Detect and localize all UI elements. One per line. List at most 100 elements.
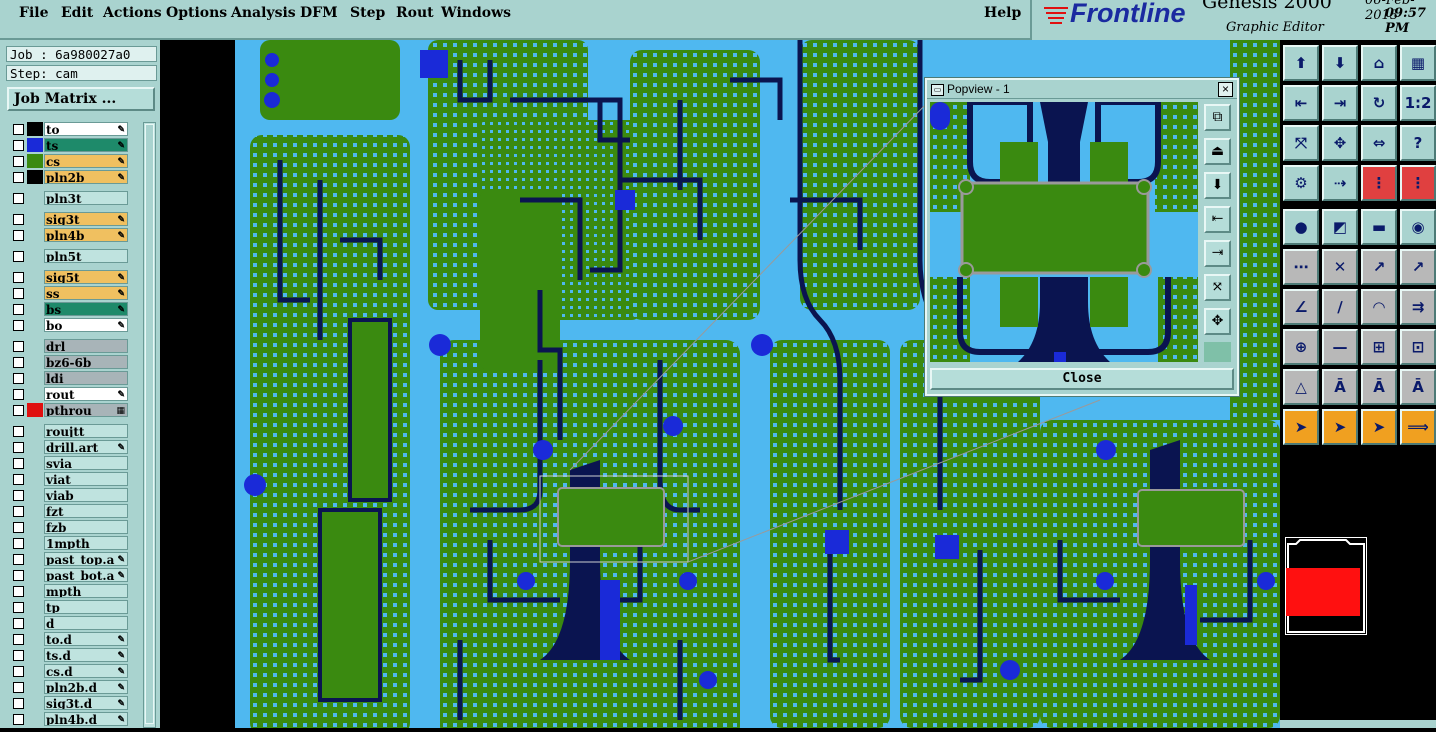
layer-color-swatch[interactable]	[27, 632, 43, 646]
layer-row-fzt[interactable]: fzt	[10, 504, 130, 519]
a-select-alt-icon[interactable]: Ā	[1361, 369, 1397, 405]
layer-name[interactable]: pln5t	[44, 249, 128, 263]
layer-color-swatch[interactable]	[27, 170, 43, 184]
layer-name[interactable]: to.d ✎	[44, 632, 128, 646]
layer-row-sig5t[interactable]: sig5t ✎	[10, 270, 130, 285]
menu-actions[interactable]: Actions	[103, 5, 162, 21]
layer-row-viat[interactable]: viat	[10, 472, 130, 487]
layer-row-bz6-6b[interactable]: bz6-6b	[10, 355, 130, 370]
layer-checkbox[interactable]	[13, 570, 24, 581]
home-icon[interactable]: ⌂	[1361, 45, 1397, 81]
layer-name[interactable]: past_bot.a ✎	[44, 568, 128, 582]
layer-name[interactable]: sig3t ✎	[44, 212, 128, 226]
layer-checkbox[interactable]	[13, 251, 24, 262]
layer-checkbox[interactable]	[13, 618, 24, 629]
layer-color-swatch[interactable]	[27, 648, 43, 662]
layer-row-roujtt[interactable]: roujtt	[10, 424, 130, 439]
intersect-icon[interactable]: ✕	[1322, 249, 1358, 285]
menu-dfm[interactable]: DFM	[300, 5, 338, 21]
layer-checkbox[interactable]	[13, 140, 24, 151]
layer-row-bo[interactable]: bo ✎	[10, 318, 130, 333]
layer-name[interactable]: bs ✎	[44, 302, 128, 316]
pad-icon[interactable]: ●	[1283, 209, 1319, 245]
layer-color-swatch[interactable]	[27, 387, 43, 401]
layer-name[interactable]: ts ✎	[44, 138, 128, 152]
layer-checkbox[interactable]	[13, 666, 24, 677]
layer-color-swatch[interactable]	[27, 552, 43, 566]
layer-name[interactable]: ss ✎	[44, 286, 128, 300]
layer-row-ts[interactable]: ts ✎	[10, 138, 130, 153]
layer-row-sig3t[interactable]: sig3t ✎	[10, 212, 130, 227]
layer-color-swatch[interactable]	[27, 270, 43, 284]
layer-checkbox[interactable]	[13, 357, 24, 368]
rotate-icon[interactable]: ↻	[1361, 85, 1397, 121]
a-select-2-icon[interactable]: Ā	[1400, 369, 1436, 405]
layer-name[interactable]: pln3t	[44, 191, 128, 205]
layer-row-pln3t[interactable]: pln3t	[10, 191, 130, 206]
layer-checkbox[interactable]	[13, 172, 24, 183]
angle-icon[interactable]: ∠	[1283, 289, 1319, 325]
connect-icon[interactable]: ⋯	[1283, 249, 1319, 285]
zoom-window-icon[interactable]: ⧉	[1204, 104, 1231, 131]
move-icon[interactable]: ⇉	[1400, 289, 1436, 325]
layer-checkbox[interactable]	[13, 373, 24, 384]
fit-icon[interactable]: ⤧	[1204, 274, 1231, 301]
layer-color-swatch[interactable]	[27, 520, 43, 534]
export-icon[interactable]: ⇥	[1204, 240, 1231, 267]
layer-color-swatch[interactable]	[27, 488, 43, 502]
layer-row-past-top-a[interactable]: past_top.a ✎	[10, 552, 130, 567]
line-icon[interactable]: —	[1322, 329, 1358, 365]
center-icon[interactable]: ✥	[1322, 125, 1358, 161]
layer-name[interactable]: bz6-6b	[44, 355, 128, 369]
download-icon[interactable]: ⬇	[1204, 172, 1231, 199]
layer-checkbox[interactable]	[13, 698, 24, 709]
popview-window[interactable]: ▭ Popview - 1 × ⧉ ⏏ ⬇ ⇤ ⇥ ⤧ ✥ Close	[924, 77, 1240, 397]
layer-row-1mpth[interactable]: 1mpth	[10, 536, 130, 551]
layer-color-swatch[interactable]	[27, 302, 43, 316]
triangle-icon[interactable]: △	[1283, 369, 1319, 405]
layer-checkbox[interactable]	[13, 458, 24, 469]
layer-alt-icon[interactable]: ⋮	[1400, 165, 1436, 201]
layer-checkbox[interactable]	[13, 230, 24, 241]
pointer-alt-icon[interactable]: ➤	[1322, 409, 1358, 445]
slope-icon[interactable]: ∕	[1322, 289, 1358, 325]
layer-checkbox[interactable]	[13, 586, 24, 597]
layer-row-bs[interactable]: bs ✎	[10, 302, 130, 317]
layer-name[interactable]: to ✎	[44, 122, 128, 136]
step-left-icon[interactable]: ⇤	[1283, 85, 1319, 121]
layer-checkbox[interactable]	[13, 304, 24, 315]
layer-checkbox[interactable]	[13, 634, 24, 645]
scale-icon[interactable]: 1:2	[1400, 85, 1436, 121]
layer-checkbox[interactable]	[13, 124, 24, 135]
layer-checkbox[interactable]	[13, 405, 24, 416]
layer-color-swatch[interactable]	[27, 138, 43, 152]
layer-checkbox[interactable]	[13, 426, 24, 437]
add-line-alt-icon[interactable]: ↗	[1400, 249, 1436, 285]
download-icon[interactable]: ⬇	[1322, 45, 1358, 81]
feature-icon[interactable]: ⊞	[1361, 329, 1397, 365]
layer-color-swatch[interactable]	[27, 286, 43, 300]
layer-checkbox[interactable]	[13, 682, 24, 693]
layer-color-swatch[interactable]	[27, 228, 43, 242]
layer-row-sig3t-d[interactable]: sig3t.d ✎	[10, 696, 130, 711]
layer-row-pln2b-d[interactable]: pln2b.d ✎	[10, 680, 130, 695]
layer-name[interactable]: pln2b.d ✎	[44, 680, 128, 694]
layer-row-cs[interactable]: cs ✎	[10, 154, 130, 169]
layer-color-swatch[interactable]	[27, 472, 43, 486]
layer-row-mpth[interactable]: mpth	[10, 584, 130, 599]
layer-color-swatch[interactable]	[27, 616, 43, 630]
layer-color-swatch[interactable]	[27, 568, 43, 582]
layer-checkbox[interactable]	[13, 602, 24, 613]
menu-analysis[interactable]: Analysis	[231, 5, 296, 21]
layer-name[interactable]: drill.art ✎	[44, 440, 128, 454]
menu-file[interactable]: File	[19, 5, 48, 21]
ruler-icon[interactable]: ▬	[1361, 209, 1397, 245]
pointer-select-icon[interactable]: ➤	[1361, 409, 1397, 445]
layer-name[interactable]: viab	[44, 488, 128, 502]
layer-color-swatch[interactable]	[27, 403, 43, 417]
layer-name[interactable]: roujtt	[44, 424, 128, 438]
layer-checkbox[interactable]	[13, 193, 24, 204]
grid-icon[interactable]: ▦	[1400, 45, 1436, 81]
layer-color-swatch[interactable]	[27, 318, 43, 332]
layer-row-viab[interactable]: viab	[10, 488, 130, 503]
